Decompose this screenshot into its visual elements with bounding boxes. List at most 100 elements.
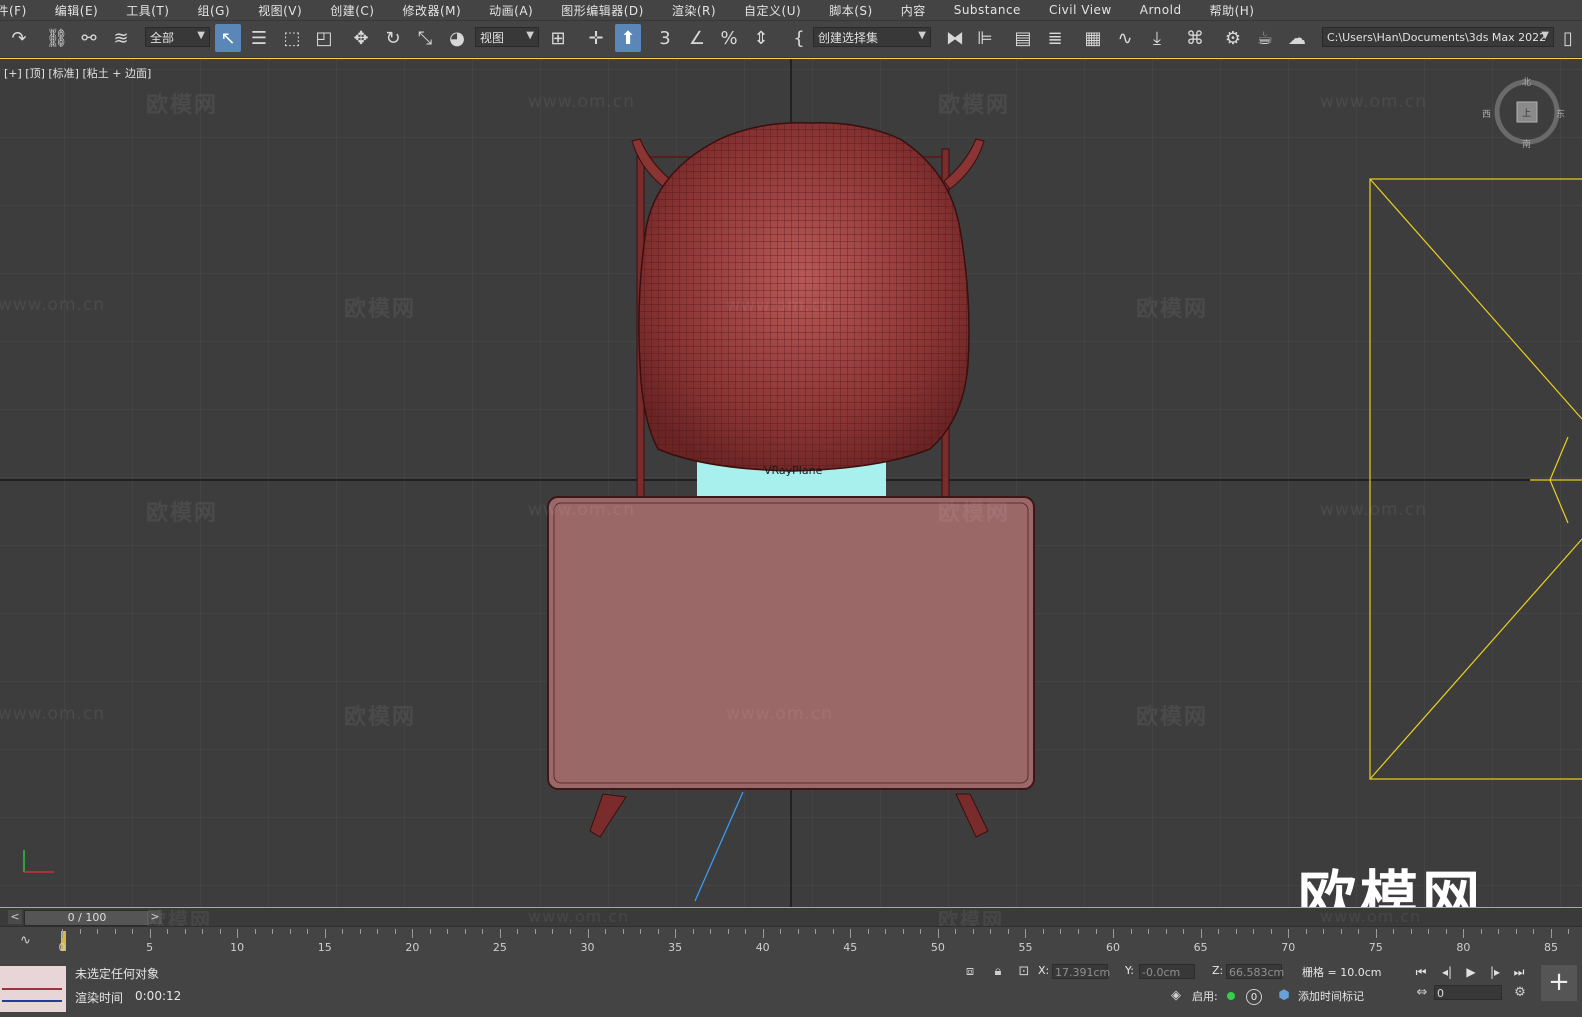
menu-item[interactable]: 内容 [901,2,940,19]
select-object-button[interactable]: ↖ [215,24,241,52]
window-crossing-icon[interactable]: ◰ [311,24,337,52]
timeline-tick [1095,929,1097,934]
project-folder-icon[interactable]: ▯ [1558,24,1578,52]
key-mode-icon[interactable]: ⇔ [1414,985,1430,1001]
timeline-tick [1568,929,1570,934]
selection-filter-dropdown[interactable]: 全部 ▼ [145,27,210,47]
timeline-tick [394,929,396,934]
placement-icon[interactable]: ◕ [444,24,470,52]
timeline-tick [955,929,957,934]
menu-item[interactable]: 修改器(M) [402,2,475,19]
timeline-tick [1393,929,1395,934]
spinner-snap-icon[interactable]: ⇕ [748,24,774,52]
menu-item[interactable]: 创建(C) [330,2,388,19]
x-label: X: [1038,964,1050,977]
menu-item[interactable]: 脚本(S) [829,2,886,19]
enable-counter[interactable]: 0 [1246,989,1262,1005]
bind-space-warp-icon[interactable]: ≋ [108,24,134,52]
timeline-tick [745,929,747,934]
percent-snap-icon[interactable]: % [716,24,742,52]
ref-coord-dropdown[interactable]: 视图 ▼ [475,27,539,47]
go-to-start-icon[interactable]: ⏮ [1411,963,1431,981]
viewcube[interactable]: 北 南 西 东 上 [1482,78,1565,150]
viewport-label[interactable]: [+] [顶] [标准] [粘土 + 边面] [4,65,151,81]
previous-key-icon[interactable]: ◂| [1437,963,1457,981]
next-key-icon[interactable]: |▸ [1485,963,1505,981]
mirror-icon[interactable]: ⧓ [942,24,968,52]
curve-editor-icon[interactable]: ∿ [1112,24,1138,52]
menu-item[interactable]: 自定义(U) [744,2,815,19]
schematic-view-icon[interactable]: ⌘ [1182,24,1208,52]
snap-toggle-icon[interactable]: 3 [652,24,678,52]
chevron-down-icon: ▼ [918,30,926,41]
timeline-tick [1270,929,1272,934]
move-icon[interactable]: ✥ [348,24,374,52]
timeline-tick [850,929,852,938]
render-setup-icon[interactable]: ☕ [1252,24,1278,52]
timeline-tick [97,929,99,934]
menu-bar: 文件(F) 编辑(E) 工具(T) 组(G) 视图(V) 创建(C) 修改器(M) 动画(A)… [0,0,1582,21]
named-selection-dropdown[interactable]: 创建选择集 ▼ [813,27,931,47]
add-time-tag[interactable]: 添加时间标记 [1298,988,1364,1004]
select-by-name-icon[interactable]: ☰ [246,24,272,52]
material-editor-icon[interactable]: ⚙ [1220,24,1246,52]
dope-sheet-icon[interactable]: ⤓ [1144,24,1170,52]
menu-item[interactable]: 工具(T) [126,2,183,19]
watermark-url: www.om.cn [726,704,834,724]
menu-item[interactable]: Arnold [1140,3,1196,17]
prev-frame-button[interactable]: < [8,910,22,924]
keyboard-shortcut-override-button[interactable]: ⬆ [615,24,641,52]
rect-selection-region-icon[interactable]: ⬚ [279,24,305,52]
x-coord-field[interactable]: 17.391cm [1052,964,1110,979]
lock-icon[interactable]: 🔒︎ [990,964,1006,980]
isolate-selection-icon[interactable]: ⧈ [962,964,978,980]
rotate-icon[interactable]: ↻ [380,24,406,52]
pivot-center-icon[interactable]: ⊞ [545,24,571,52]
unlink-icon[interactable]: ⚯ [76,24,102,52]
layer-explorer-icon[interactable]: ≣ [1042,24,1068,52]
scale-icon[interactable]: ⤡ [412,24,438,52]
ribbon-toggle-icon[interactable]: ▦ [1080,24,1106,52]
menu-item[interactable]: 组(G) [197,2,244,19]
menu-item[interactable]: Civil View [1049,3,1126,17]
adaptive-degradation-icon[interactable]: ◈ [1168,988,1184,1004]
menu-item[interactable]: 视图(V) [258,2,316,19]
y-coord-field[interactable]: -0.0cm [1139,964,1195,979]
timeline-tick [587,929,589,938]
z-coord-field[interactable]: 66.583cm [1226,964,1284,979]
align-icon[interactable]: ⊫ [972,24,998,52]
menu-item[interactable]: 渲染(R) [672,2,730,19]
angle-snap-icon[interactable]: ∠ [684,24,710,52]
maxscript-mini-listener[interactable] [0,966,66,1012]
timeline-tick-label: 25 [492,941,507,954]
timeline-tick-label: 10 [230,941,245,954]
play-icon[interactable]: ▶ [1461,963,1481,981]
command-panel-add-button[interactable]: + [1541,965,1577,1001]
absolute-mode-icon[interactable]: ⊡ [1016,964,1032,980]
menu-item[interactable]: 图形编辑器(D) [561,2,658,19]
project-path-dropdown[interactable]: C:\Users\Han\Documents\3ds Max 2022 ▼ [1322,27,1554,47]
edit-named-selection-icon[interactable]: { [786,24,812,52]
track-bar[interactable]: ∿ 0 5 10 15 20 25 30 35 40 45 50 55 60 65 70 75 80 85 [0,926,1582,961]
link-icon[interactable]: ⛓ [44,24,70,52]
time-slider[interactable]: 0 / 100 [24,910,150,926]
render-icon[interactable]: ☁ [1284,24,1310,52]
go-to-end-icon[interactable]: ⏭ [1509,963,1529,981]
current-frame-field[interactable]: 0 [1434,985,1502,1000]
menu-item[interactable]: Substance [954,3,1035,17]
menu-item[interactable]: 动画(A) [489,2,547,19]
menu-item[interactable]: 文件(F) [0,2,41,19]
scene-explorer-icon[interactable]: ▤ [1010,24,1036,52]
timeline-tick [1183,929,1185,934]
timeline-tick [1025,929,1027,938]
time-config-icon[interactable]: ⚙ [1512,985,1528,1001]
top-viewport[interactable]: [+] [顶] [标准] [粘土 + 边面] 欧模网 www.om.cn 欧模网… [0,58,1582,907]
select-manipulate-icon[interactable]: ✛ [583,24,609,52]
redo-icon[interactable]: ↷ [6,24,32,52]
menu-item[interactable]: 编辑(E) [55,2,112,19]
timeline-tick [202,929,204,934]
menu-item[interactable]: 帮助(H) [1210,2,1269,19]
time-tag-icon[interactable]: ⬢ [1276,988,1292,1004]
curve-editor-mini-icon[interactable]: ∿ [20,933,31,948]
timeline-tick [342,929,344,934]
